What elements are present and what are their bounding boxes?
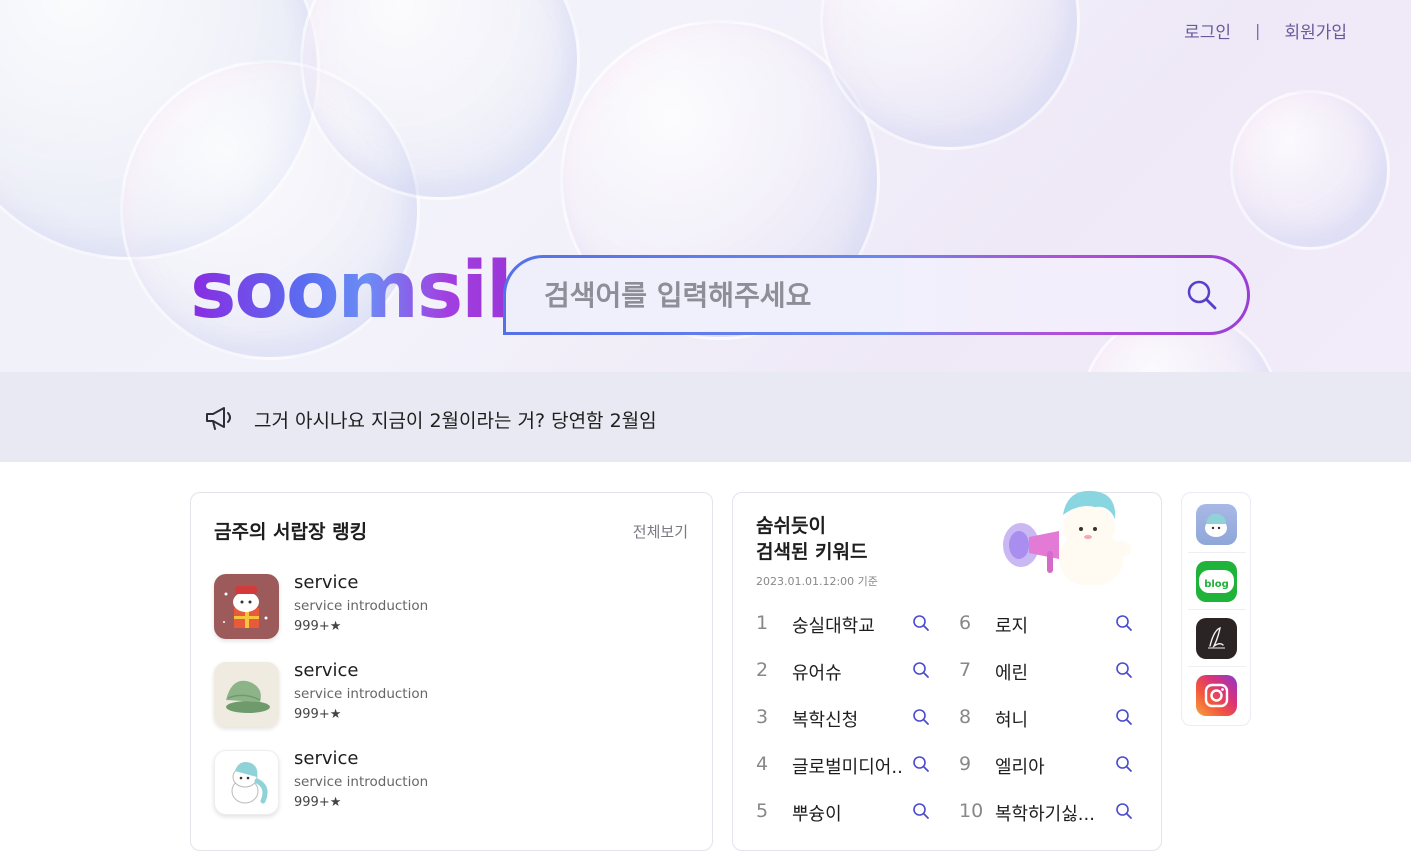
- megaphone-icon: [206, 407, 231, 430]
- keyword-item[interactable]: 9 엘리아: [959, 749, 1139, 781]
- view-all-link[interactable]: 전체보기: [633, 521, 688, 542]
- notice-bar: 그거 아시나요 지금이 2월이라는 거? 당연함 2월임: [0, 372, 1411, 462]
- search-icon[interactable]: [912, 614, 930, 632]
- keyword-rank: 7: [959, 659, 972, 681]
- keyword-item[interactable]: 3 복학신청: [756, 702, 936, 734]
- search-icon[interactable]: [1115, 708, 1133, 726]
- keyword-text: 복학신청: [792, 710, 859, 731]
- search-icon[interactable]: [1115, 755, 1133, 773]
- search-icon[interactable]: [1185, 278, 1219, 312]
- ranking-item[interactable]: service service introduction 999+★: [214, 748, 674, 816]
- gift-mascot-thumbnail: [214, 574, 279, 639]
- keyword-text: 엘리아: [995, 757, 1045, 778]
- ranking-item[interactable]: service service introduction 999+★: [214, 572, 674, 640]
- ranking-item[interactable]: service service introduction 999+★: [214, 660, 674, 728]
- search-input[interactable]: [544, 258, 1144, 332]
- instagram-icon[interactable]: [1196, 675, 1237, 716]
- ranking-item-score: 999+★: [294, 707, 342, 722]
- keyword-item[interactable]: 5 뿌슝이: [756, 796, 936, 828]
- social-links: blog: [1181, 492, 1251, 726]
- keyword-title-line2: 검색된 키워드: [756, 541, 868, 563]
- keyword-item[interactable]: 4 글로벌미디어...: [756, 749, 936, 781]
- ranking-item-name: service: [294, 660, 359, 681]
- keyword-text: 혀니: [995, 710, 1029, 731]
- keyword-text: 글로벌미디어...: [792, 757, 904, 778]
- ranking-item-description: service introduction: [294, 686, 429, 702]
- blog-icon-label: blog: [1204, 579, 1229, 590]
- keyword-text: 복학하기싫...: [995, 804, 1095, 825]
- hero-banner: 로그인 | 회원가입 soomsil: [0, 0, 1411, 372]
- keyword-rank: 1: [756, 612, 769, 634]
- signature-icon[interactable]: [1196, 618, 1237, 659]
- keyword-rank: 2: [756, 659, 769, 681]
- login-link[interactable]: 로그인: [1184, 18, 1231, 43]
- keyword-text: 유어슈: [792, 663, 842, 684]
- soomsil-mascot-icon[interactable]: [1196, 504, 1237, 545]
- ranking-item-description: service introduction: [294, 598, 429, 614]
- search-bar: [503, 255, 1250, 335]
- keyword-rank: 8: [959, 706, 972, 728]
- keyword-title: 숨쉬듯이 검색된 키워드: [756, 513, 868, 565]
- keyword-date: 2023.01.01.12:00 기준: [756, 575, 878, 588]
- keyword-rank: 4: [756, 753, 769, 775]
- keyword-text: 에린: [995, 663, 1029, 684]
- keyword-item[interactable]: 7 에린: [959, 655, 1139, 687]
- keyword-item[interactable]: 8 혀니: [959, 702, 1139, 734]
- keyword-item[interactable]: 2 유어슈: [756, 655, 936, 687]
- notice-text[interactable]: 그거 아시나요 지금이 2월이라는 거? 당연함 2월임: [254, 406, 657, 433]
- keyword-text: 로지: [995, 616, 1029, 637]
- keyword-rank: 6: [959, 612, 972, 634]
- ranking-title: 금주의 서랍장 랭킹: [214, 521, 368, 543]
- keyword-title-line1: 숨쉬듯이: [756, 515, 826, 537]
- keyword-item[interactable]: 1 숭실대학교: [756, 608, 936, 640]
- keyword-rank: 3: [756, 706, 769, 728]
- keyword-card: 숨쉬듯이 검색된 키워드 2023.01.01.12:00 기준 1 숭실대학교…: [732, 490, 1162, 851]
- search-icon[interactable]: [1115, 802, 1133, 820]
- ranking-item-score: 999+★: [294, 795, 342, 810]
- search-icon[interactable]: [912, 708, 930, 726]
- search-icon[interactable]: [912, 802, 930, 820]
- keyword-item[interactable]: 10 복학하기싫...: [959, 796, 1139, 828]
- top-nav: 로그인 | 회원가입: [1184, 18, 1347, 43]
- keyword-item[interactable]: 6 로지: [959, 608, 1139, 640]
- keyword-rank: 9: [959, 753, 972, 775]
- keyword-rank: 5: [756, 800, 769, 822]
- ranking-item-name: service: [294, 748, 359, 769]
- ranking-item-score: 999+★: [294, 619, 342, 634]
- keyword-text: 뿌슝이: [792, 804, 842, 825]
- keyword-rank: 10: [959, 800, 984, 822]
- megaphone-mascot-illustration: [1003, 490, 1131, 585]
- ranking-item-description: service introduction: [294, 774, 429, 790]
- search-icon[interactable]: [1115, 614, 1133, 632]
- shell-thumbnail: [214, 662, 279, 727]
- ranking-item-name: service: [294, 572, 359, 593]
- signup-link[interactable]: 회원가입: [1284, 18, 1347, 43]
- search-icon[interactable]: [1115, 661, 1133, 679]
- unicorn-thumbnail: [214, 750, 279, 815]
- bubble-decoration: [1230, 90, 1390, 250]
- search-icon[interactable]: [912, 661, 930, 679]
- search-icon[interactable]: [912, 755, 930, 773]
- blog-icon[interactable]: blog: [1196, 561, 1237, 602]
- keyword-text: 숭실대학교: [792, 616, 875, 637]
- nav-separator: |: [1255, 21, 1261, 40]
- ranking-card: 금주의 서랍장 랭킹 전체보기 service service introduc…: [190, 492, 713, 851]
- logo[interactable]: soomsil: [190, 252, 513, 330]
